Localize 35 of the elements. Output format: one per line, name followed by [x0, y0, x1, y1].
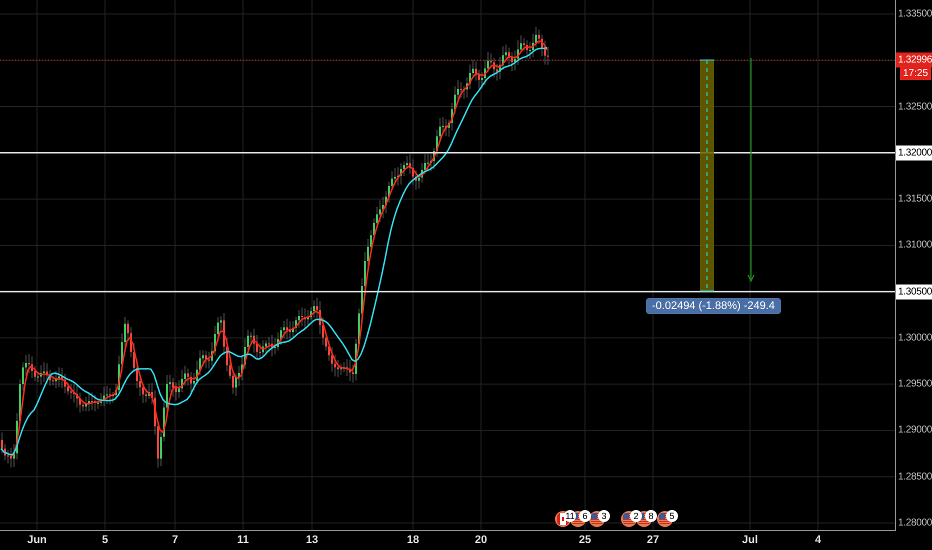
event-count: 2 [630, 510, 642, 522]
price-range-highlight[interactable] [700, 60, 714, 292]
down-arrow[interactable] [747, 58, 755, 282]
price-label: 1.31500 [897, 192, 932, 207]
date-label: 11 [237, 534, 249, 546]
event-count: 6 [579, 510, 591, 522]
date-label: 7 [172, 534, 178, 546]
price-label: 1.28500 [897, 470, 932, 484]
price-label: 1.30000 [897, 331, 932, 346]
event-count: 3 [598, 510, 610, 522]
event-count: 5 [666, 510, 678, 522]
date-label: Jul [742, 534, 758, 546]
horizontal-line[interactable] [0, 152, 895, 154]
current-price-label: 1.32996 [896, 52, 932, 68]
date-label: 4 [814, 534, 822, 546]
date-label: 20 [474, 534, 488, 546]
price-label: 1.29000 [897, 424, 932, 438]
event-count: 8 [645, 510, 657, 522]
date-label: 5 [102, 534, 108, 546]
countdown-label: 17:25 [900, 67, 932, 80]
level-price-label: 1.32000 [896, 145, 932, 160]
date-label: 25 [578, 534, 592, 546]
level-price-label: 1.30500 [896, 284, 932, 300]
date-label: Jun [27, 534, 47, 546]
price-label: 1.28000 [897, 516, 932, 530]
event-count: 11 [564, 510, 576, 522]
horizontal-line[interactable] [0, 290, 895, 292]
price-label: 1.32500 [897, 100, 932, 114]
date-label: 27 [646, 534, 660, 546]
price-label: 1.29500 [897, 378, 932, 392]
date-label: 18 [406, 534, 420, 546]
price-label: 1.33500 [897, 8, 932, 22]
price-label: 1.31000 [897, 238, 932, 253]
measurement-label: -0.02494 (-1.88%) -249.4 [646, 298, 781, 314]
date-label: 13 [306, 534, 318, 546]
